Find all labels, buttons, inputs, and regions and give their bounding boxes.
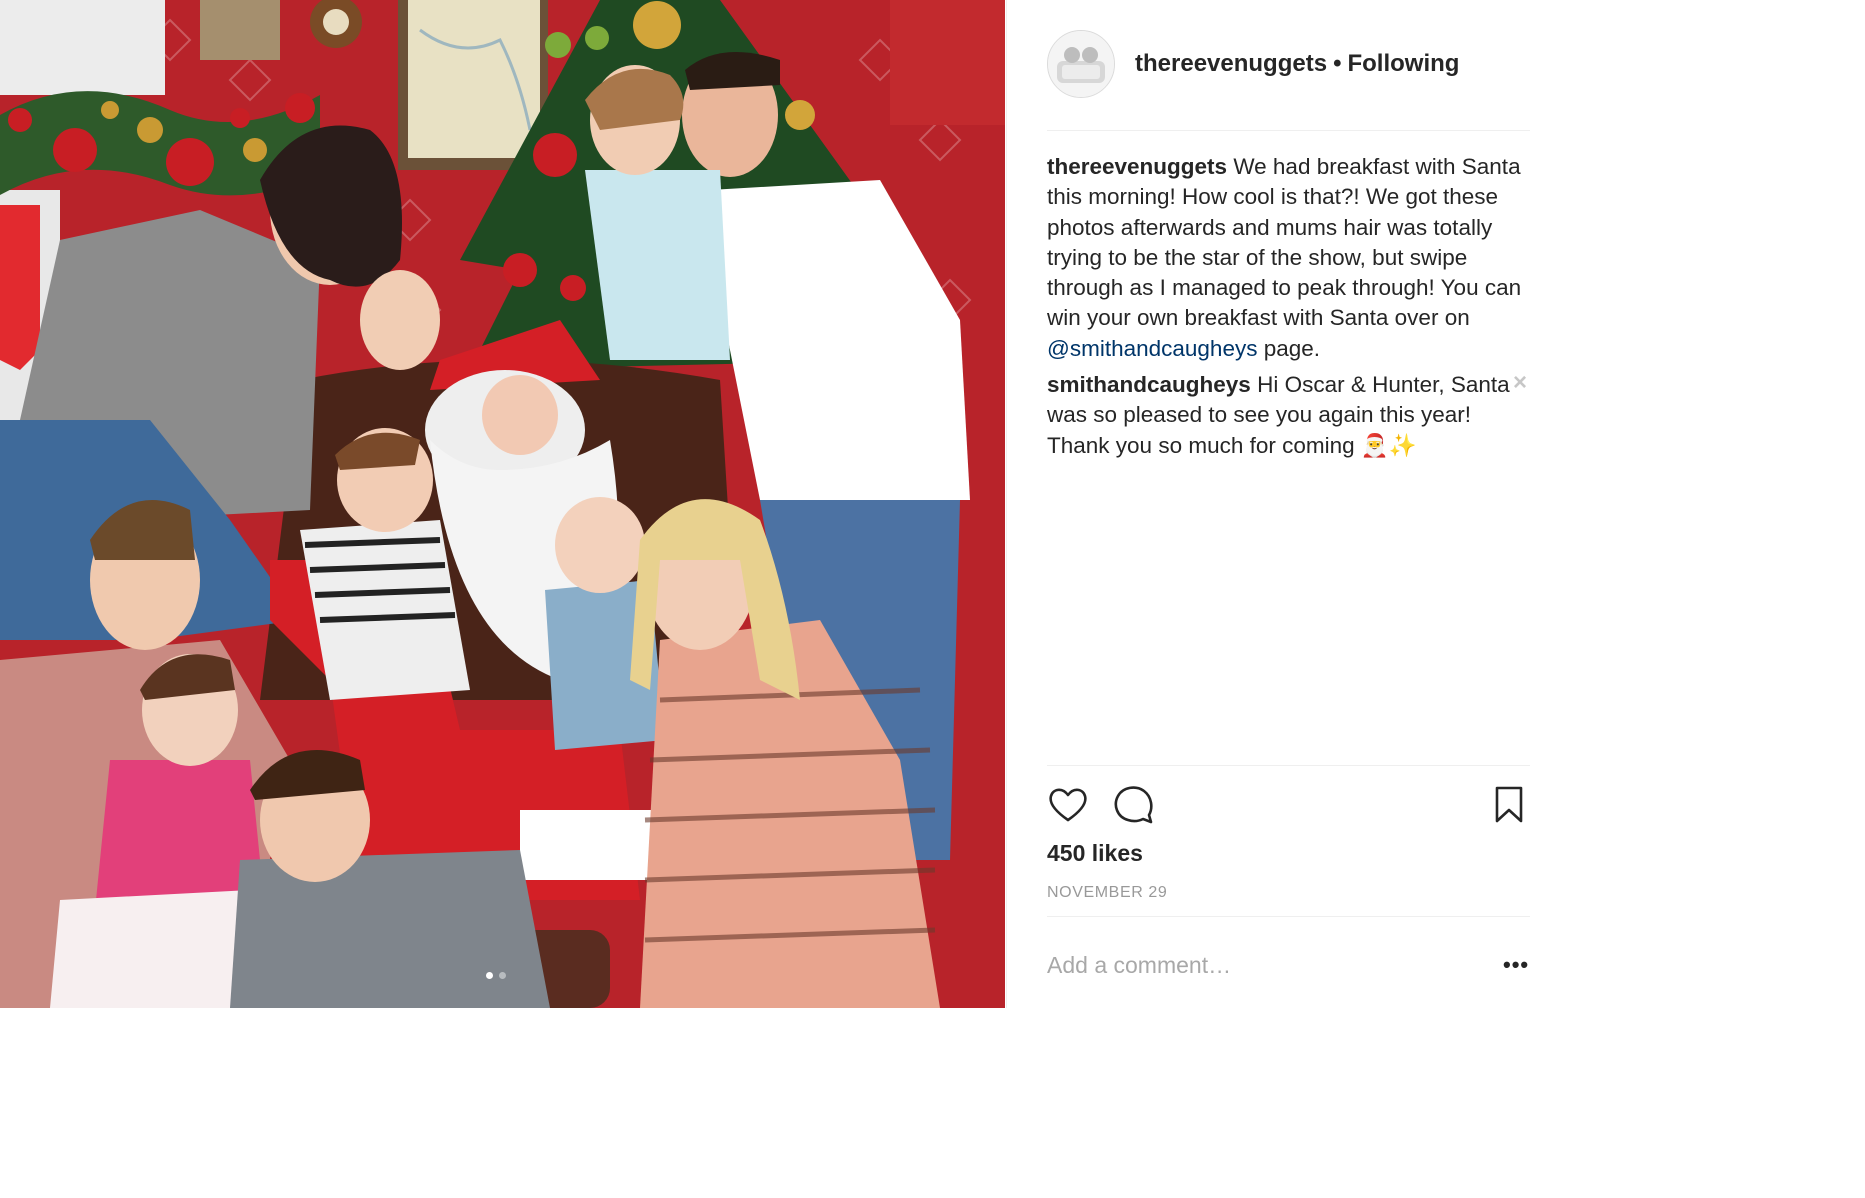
following-button[interactable]: Following (1347, 50, 1459, 77)
heart-icon (1049, 788, 1087, 822)
caption-mention-link[interactable]: @smithandcaugheys (1047, 336, 1257, 361)
more-options-button[interactable]: ••• (1503, 952, 1529, 978)
carousel-dots[interactable] (486, 972, 506, 979)
caption-username[interactable]: thereevenuggets (1047, 154, 1227, 179)
close-icon[interactable]: × (1513, 368, 1527, 398)
post-header: thereevenuggets • Following (1047, 30, 1530, 131)
separator-dot: • (1333, 50, 1342, 77)
comment-button[interactable] (1113, 784, 1155, 826)
carousel-dot-2[interactable] (499, 972, 506, 979)
family-christmas-photo (0, 0, 1005, 1008)
post-date[interactable]: NOVEMBER 29 (1047, 884, 1167, 902)
post-header-line: thereevenuggets • Following (1135, 50, 1459, 78)
profile-photo-avatar-icon (1048, 31, 1114, 97)
carousel-dot-1[interactable] (486, 972, 493, 979)
post-photo[interactable] (0, 0, 1005, 1008)
bookmark-icon (1495, 786, 1523, 823)
post-actions: 450 likes NOVEMBER 29 (1047, 765, 1530, 917)
avatar[interactable] (1047, 30, 1115, 98)
caption-text-end: page. (1263, 335, 1321, 361)
caption-text: We had breakfast with Santa this morning… (1047, 154, 1522, 331)
like-button[interactable] (1047, 784, 1089, 826)
add-comment-input[interactable] (1047, 947, 1467, 983)
speech-bubble-icon (1114, 786, 1153, 824)
save-button[interactable] (1488, 784, 1530, 826)
likes-count[interactable]: 450 likes (1047, 840, 1143, 867)
caption: thereevenuggets We had breakfast with Sa… (1047, 152, 1530, 364)
comments-section: thereevenuggets We had breakfast with Sa… (1047, 152, 1530, 467)
comment-item: smithandcaugheys Hi Oscar & Hunter, Sant… (1047, 368, 1530, 461)
post-username[interactable]: thereevenuggets (1135, 50, 1327, 77)
comment-username[interactable]: smithandcaugheys (1047, 372, 1251, 397)
post-side-panel: thereevenuggets • Following thereevenugget… (1006, 0, 1554, 1008)
